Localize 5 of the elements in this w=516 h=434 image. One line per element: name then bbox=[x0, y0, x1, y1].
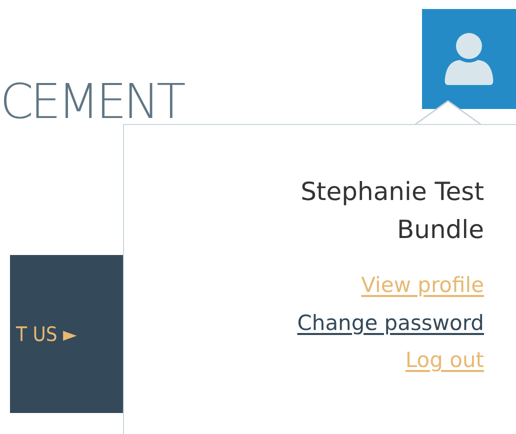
page-heading: CEMENT bbox=[0, 78, 183, 126]
user-icon bbox=[444, 32, 494, 86]
user-name: Stephanie Test Bundle bbox=[300, 176, 484, 246]
menu-link[interactable]: Change password bbox=[297, 308, 484, 339]
user-menu-button[interactable] bbox=[422, 9, 516, 109]
